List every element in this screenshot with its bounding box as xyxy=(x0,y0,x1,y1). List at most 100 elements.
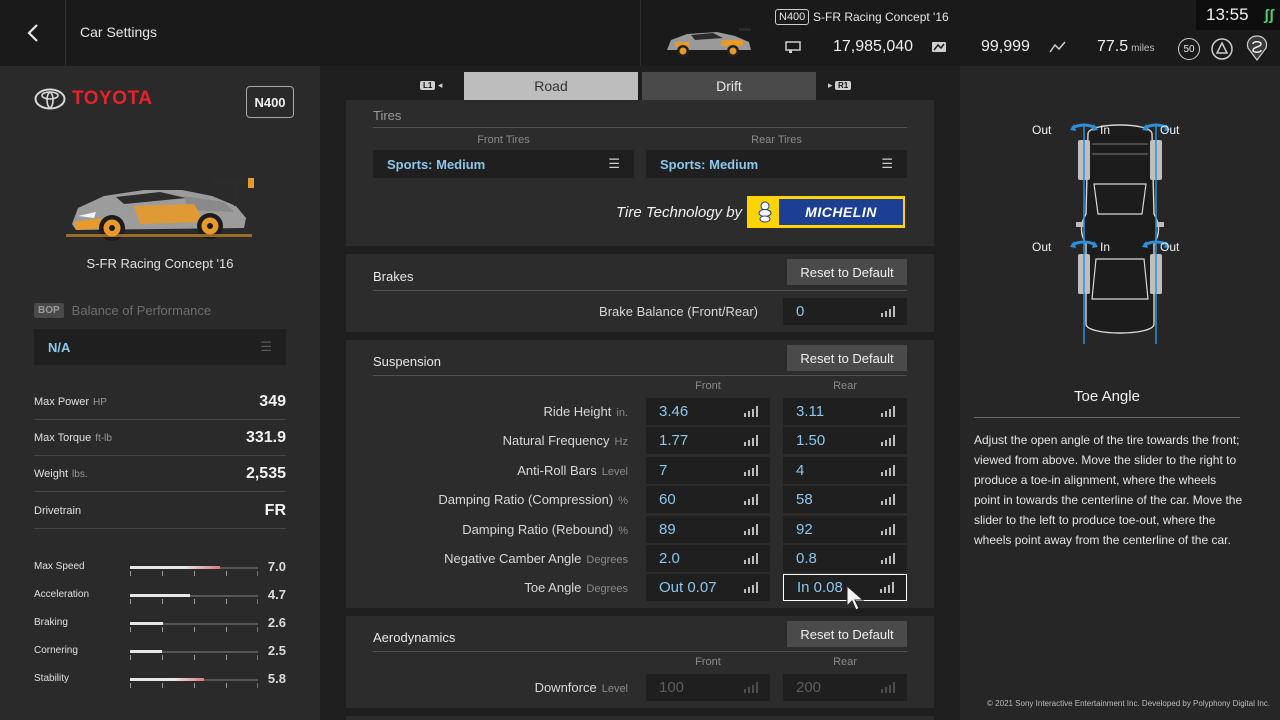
suspension-front-field[interactable]: 3.46 xyxy=(646,398,770,425)
suspension-rear-field[interactable]: 4 xyxy=(783,456,907,484)
toe-out-label: Out xyxy=(1160,240,1180,254)
class-tag: N400 xyxy=(775,9,810,25)
gauge-tick xyxy=(226,571,227,576)
tires-section: Tires Front Tires Rear Tires Sports: Med… xyxy=(346,100,934,246)
spec-unit: ft-lb xyxy=(95,432,112,444)
level-badge: 50 xyxy=(1178,38,1200,60)
performance-value: 5.8 xyxy=(267,671,286,686)
online-status-icon: ʃʃ xyxy=(1264,6,1274,24)
brakes-section: Brakes Reset to Default Brake Balance (F… xyxy=(346,254,934,332)
car-info-header: N400 S-FR Racing Concept '16 17,985,040 … xyxy=(640,0,1200,66)
back-button[interactable] xyxy=(0,0,66,66)
aero-rear-header: Rear xyxy=(833,656,857,668)
brakes-title: Brakes xyxy=(373,269,414,284)
suspension-front-field[interactable]: 7 xyxy=(646,456,770,484)
suspension-reset-button[interactable]: Reset to Default xyxy=(787,345,907,371)
performance-gauge xyxy=(130,565,258,577)
mileage-points-icon xyxy=(932,42,946,52)
mileage-stat: 99,999 xyxy=(931,38,1030,56)
aerodynamics-reset-button[interactable]: Reset to Default xyxy=(787,621,907,647)
rank-emblem-icon xyxy=(1211,38,1233,60)
slider-bars-icon xyxy=(744,494,758,506)
performance-value: 7.0 xyxy=(267,559,286,574)
suspension-param-label: Damping Ratio (Compression)% xyxy=(438,492,628,507)
l1-button-glyph: L1 xyxy=(420,81,436,90)
suspension-rear-field[interactable]: 58 xyxy=(783,486,907,514)
downforce-rear-value: 200 xyxy=(796,679,822,696)
suspension-rear-field[interactable]: 0.8 xyxy=(783,545,907,572)
list-menu-icon: ☰ xyxy=(608,156,620,171)
help-panel: Out In Out Out In Out Toe Angle Adjust t… xyxy=(960,66,1280,720)
gauge-tick xyxy=(130,655,131,660)
distance-icon xyxy=(1049,41,1066,53)
suspension-rear-field[interactable]: 1.50 xyxy=(783,427,907,455)
gauge-fill xyxy=(130,594,191,597)
suspension-rear-value: 4 xyxy=(796,461,805,479)
clock: 13:55 xyxy=(1206,5,1249,24)
suspension-front-field[interactable]: Out 0.07 xyxy=(646,574,770,602)
spec-value: 349 xyxy=(259,392,286,410)
gauge-tick xyxy=(226,655,227,660)
suspension-rear-value: 0.8 xyxy=(796,550,817,567)
slider-bars-icon xyxy=(881,553,895,564)
clock-box: 13:55 ʃʃ xyxy=(1196,0,1280,30)
brakes-reset-button[interactable]: Reset to Default xyxy=(787,259,907,285)
front-tires-select[interactable]: Sports: Medium ☰ xyxy=(373,150,634,178)
spec-value: 331.9 xyxy=(245,428,286,446)
gauge-tick xyxy=(130,571,131,576)
spec-label: Max Torque xyxy=(34,431,92,444)
gauge-tick xyxy=(162,599,163,604)
gauge-tick xyxy=(194,683,195,688)
slider-bars-icon xyxy=(744,682,758,693)
brand-name: TOYOTA xyxy=(72,88,153,109)
slider-bars-icon xyxy=(744,523,758,535)
performance-row: Cornering 2.5 xyxy=(34,643,286,660)
param-name: Damping Ratio (Compression) xyxy=(438,492,614,508)
toe-in-label: In xyxy=(1100,123,1111,137)
performance-value: 2.6 xyxy=(267,615,286,630)
class-badge: N400 xyxy=(246,86,294,118)
spec-label: Max Power xyxy=(34,395,90,408)
spec-row-max-torque: Max Torque ft-lb 331.9 xyxy=(34,420,286,456)
downforce-rear-field: 200 xyxy=(783,674,907,701)
rear-tires-value: Sports: Medium xyxy=(660,156,759,172)
performance-label: Stability xyxy=(34,673,70,684)
suspension-front-field[interactable]: 1.77 xyxy=(646,427,770,455)
tab-drift[interactable]: Drift xyxy=(642,72,816,100)
param-unit: Degrees xyxy=(586,583,628,596)
suspension-front-field[interactable]: 2.0 xyxy=(646,545,770,572)
suspension-rear-value: 92 xyxy=(796,520,813,538)
param-name: Toe Angle xyxy=(524,580,582,596)
suspension-param-label: Ride Height in. xyxy=(543,404,628,419)
mileage-points-value: 99,999 xyxy=(981,38,1030,55)
tab-road[interactable]: Road xyxy=(464,72,638,100)
suspension-front-header: Front xyxy=(695,380,721,392)
suspension-title: Suspension xyxy=(373,354,441,369)
downforce-label: Downforce Level xyxy=(535,680,628,695)
suspension-front-field[interactable]: 89 xyxy=(646,515,770,543)
brake-balance-field[interactable]: 0 xyxy=(783,298,907,325)
suspension-rear-field[interactable]: 92 xyxy=(783,515,907,543)
toyota-logo-icon xyxy=(34,88,66,110)
rear-tires-select[interactable]: Sports: Medium ☰ xyxy=(646,150,907,178)
suspension-rear-field[interactable]: 3.11 xyxy=(783,398,907,425)
distance-value: 77.5 xyxy=(1097,38,1129,55)
michelin-wordmark: MICHELIN xyxy=(779,199,903,225)
gauge-tick xyxy=(256,599,258,604)
profile-avatar-icon[interactable] xyxy=(1244,34,1270,62)
help-title: Toe Angle xyxy=(1074,388,1140,405)
slider-bars-icon xyxy=(744,582,758,594)
help-text: Adjust the open angle of the tire toward… xyxy=(974,433,1243,547)
suspension-section: Suspension Reset to Default Front Rear R… xyxy=(346,340,934,608)
suspension-front-value: 7 xyxy=(659,461,668,479)
suspension-front-field[interactable]: 60 xyxy=(646,486,770,514)
suspension-param-label: Damping Ratio (Rebound)% xyxy=(462,522,628,537)
slider-bars-icon xyxy=(880,582,894,594)
top-bar: Car Settings N400 S-FR Racing Concept '1… xyxy=(0,0,1280,66)
gauge-fill xyxy=(130,650,162,653)
performance-gauge xyxy=(130,593,258,605)
credits-value: 17,985,040 xyxy=(833,38,914,55)
aerodynamics-section: Aerodynamics Reset to Default Front Rear… xyxy=(346,616,934,708)
bop-select[interactable]: N/A ☰ xyxy=(34,329,286,365)
copyright: © 2021 Sony Interactive Entertainment In… xyxy=(987,699,1270,708)
